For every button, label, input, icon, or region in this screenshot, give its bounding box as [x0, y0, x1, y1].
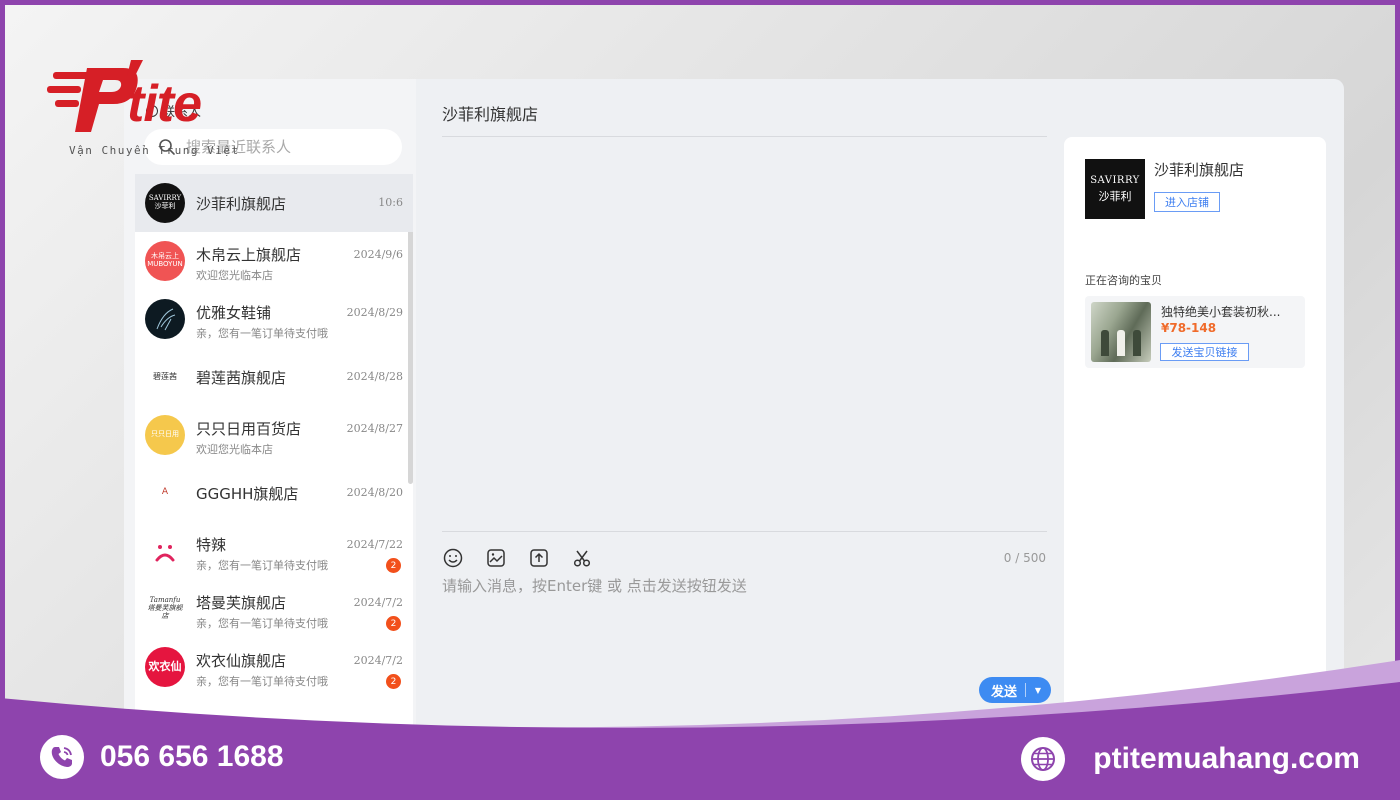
- logo-brand-text: tite: [127, 75, 202, 133]
- conversation-date: 2024/8/28: [346, 370, 403, 383]
- footer-website: ptitemuahang.com: [1021, 737, 1360, 781]
- image-button[interactable]: [485, 547, 507, 569]
- upload-button[interactable]: [528, 547, 550, 569]
- scissors-icon: [573, 550, 591, 567]
- conversation-avatar: 碧莲茜: [145, 357, 185, 397]
- product-name: 独特绝美小套装初秋...: [1161, 305, 1281, 319]
- product-thumbnail: [1091, 302, 1151, 362]
- conversation-name: 沙菲利旗舰店: [196, 195, 287, 213]
- chat-title: 沙菲利旗舰店: [442, 105, 539, 124]
- conversation-last-message: 亲，您有一笔订单待支付哦: [196, 617, 328, 630]
- conversation-avatar: [145, 531, 185, 571]
- contacts-sidebar: 联系人 SAVIRRY沙菲利 沙菲利旗舰店 10:6: [124, 79, 416, 729]
- shop-logo-line2: 沙菲利: [1098, 189, 1132, 203]
- conversation-name: 优雅女鞋铺: [196, 304, 272, 322]
- conversation-last-message: 欢迎您光临本店: [196, 269, 273, 282]
- product-price: ¥78-148: [1161, 321, 1217, 335]
- screenshot-button[interactable]: [571, 547, 593, 569]
- conversation-item[interactable]: 特辣 亲，您有一笔订单待支付哦 2024/7/22 2: [135, 522, 413, 580]
- conversation-item[interactable]: A GGGHH旗舰店 2024/8/20: [135, 464, 413, 522]
- conversation-avatar: Tamanfu 塔曼芙旗舰店: [145, 589, 185, 629]
- chat-app-window: 联系人 SAVIRRY沙菲利 沙菲利旗舰店 10:6: [124, 79, 1344, 729]
- conversation-item[interactable]: SAVIRRY 沙菲利 沙菲利旗舰店 10:6: [135, 174, 413, 232]
- conversation-avatar: SAVIRRY 沙菲利: [145, 183, 185, 223]
- conversation-name: 碧莲茜旗舰店: [196, 369, 287, 387]
- shop-logo-line1: SAVIRRY: [1090, 174, 1140, 186]
- shop-name: 沙菲利旗舰店: [1154, 161, 1245, 179]
- conversation-last-message: 亲，您有一笔订单待支付哦: [196, 327, 328, 340]
- globe-icon: [1021, 737, 1066, 781]
- divider: [442, 531, 1047, 532]
- footer-website-url[interactable]: ptitemuahang.com: [1093, 742, 1360, 776]
- conversation-date: 2024/7/2: [353, 596, 403, 609]
- product-card[interactable]: 独特绝美小套装初秋... ¥78-148 发送宝贝链接: [1085, 296, 1305, 368]
- footer-phone-number: 056 656 1688: [100, 740, 284, 773]
- message-toolbar: [442, 547, 593, 569]
- conversation-date: 2024/8/27: [346, 422, 403, 435]
- conversation-date: 2024/9/6: [353, 248, 403, 261]
- phone-icon: [40, 735, 84, 779]
- unread-badge: 2: [386, 616, 401, 631]
- shop-info-panel: SAVIRRY 沙菲利 沙菲利旗舰店 进入店铺 正在咨询的宝贝 独特绝美小套装初…: [1064, 137, 1326, 729]
- conversation-name: 特辣: [196, 536, 227, 554]
- conversation-name: GGGHH旗舰店: [196, 485, 299, 503]
- shop-logo: SAVIRRY 沙菲利: [1085, 159, 1145, 219]
- conversation-date: 2024/8/20: [346, 486, 403, 499]
- conversation-name: 木帛云上旗舰店: [196, 246, 302, 264]
- conversation-item[interactable]: 优雅女鞋铺 亲，您有一笔订单待支付哦 2024/8/29: [135, 290, 413, 348]
- conversation-date: 2024/8/29: [346, 306, 403, 319]
- char-counter: 0 / 500: [1003, 551, 1046, 565]
- sad-face-icon: [155, 545, 175, 562]
- conversation-name: 塔曼芙旗舰店: [196, 594, 287, 612]
- divider: [442, 136, 1047, 137]
- conversation-item[interactable]: 木帛云上 MUBOYUN 木帛云上旗舰店 欢迎您光临本店 2024/9/6: [135, 232, 413, 290]
- conversation-date: 10:6: [378, 196, 403, 209]
- conversation-item[interactable]: Tamanfu 塔曼芙旗舰店 塔曼芙旗舰店 亲，您有一笔订单待支付哦 2024/7…: [135, 580, 413, 638]
- image-icon: [487, 549, 505, 567]
- upload-icon: [530, 549, 548, 567]
- unread-badge: 2: [386, 558, 401, 573]
- shoe-shop-logo-icon: [156, 308, 176, 331]
- conversation-avatar: 木帛云上 MUBOYUN: [145, 241, 185, 281]
- conversation-list[interactable]: SAVIRRY 沙菲利 沙菲利旗舰店 10:6 木帛云上 MUBOYUN 木帛云上旗…: [135, 174, 413, 729]
- conversation-item[interactable]: 碧莲茜 碧莲茜旗舰店 2024/8/28: [135, 348, 413, 406]
- conversation-avatar: A: [145, 473, 185, 513]
- conversation-date: 2024/7/22: [346, 538, 403, 551]
- chat-panel: 沙菲利旗舰店 0 / 500 请输入消息，按Enter键 或 点击发送按钮发送 …: [416, 79, 1056, 729]
- emoji-button[interactable]: [442, 547, 464, 569]
- enter-shop-button[interactable]: 进入店铺: [1154, 192, 1220, 212]
- conversation-last-message: 亲，您有一笔订单待支付哦: [196, 559, 328, 572]
- conversation-name: 只只日用百货店: [196, 420, 302, 438]
- consulting-product-label: 正在咨询的宝贝: [1085, 274, 1162, 287]
- send-product-link-button[interactable]: 发送宝贝链接: [1160, 343, 1249, 361]
- conversation-avatar: [145, 299, 185, 339]
- conversation-last-message: 欢迎您光临本店: [196, 443, 273, 456]
- message-input[interactable]: [442, 575, 1047, 655]
- conversation-item[interactable]: 只只日用 只只日用百货店 欢迎您光临本店 2024/8/27: [135, 406, 413, 464]
- emoji-icon: [443, 548, 463, 568]
- ptite-logo: tite Vận Chuyển Trung Việt: [45, 60, 255, 160]
- conversation-avatar: 只只日用: [145, 415, 185, 455]
- footer-phone: 056 656 1688: [40, 735, 284, 779]
- logo-tagline: Vận Chuyển Trung Việt: [69, 144, 240, 157]
